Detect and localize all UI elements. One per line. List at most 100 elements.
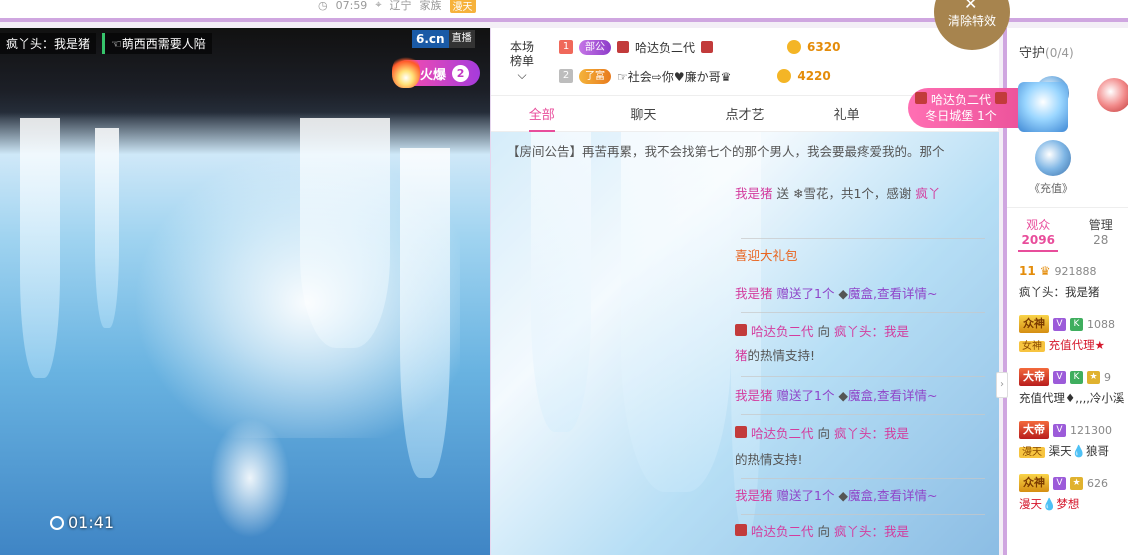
ranking-board: 本场榜单 ⌵ 1 部公 哈达负二代 6320 2 了富 ☞社会⇨你♥廉か哥♛ 4… xyxy=(491,28,999,96)
user-id: 9 xyxy=(1104,370,1111,384)
user-id: 1088 xyxy=(1087,317,1115,331)
clock-icon xyxy=(50,515,64,530)
chat-message: 哈达负二代 向 疯丫头：我是 xyxy=(507,424,985,444)
family-icon xyxy=(701,41,714,53)
sub-badge: 女神 xyxy=(1019,341,1045,352)
tab-talent[interactable]: 点才艺 xyxy=(694,100,796,131)
hot-badge[interactable]: 火爆 2 xyxy=(392,54,480,88)
family-icon xyxy=(617,41,629,53)
room-location: 辽宁 xyxy=(389,0,412,12)
gift-desc: 冬日城堡 1个 xyxy=(925,109,997,123)
rank-crown: 大帝 xyxy=(1019,368,1049,386)
rank-name: 哈达负二代 xyxy=(635,40,696,55)
timer-value: 01:41 xyxy=(68,513,115,532)
list-item[interactable]: 众神 V ★ 626 漫天💧梦想 xyxy=(1007,470,1128,523)
user-id: 626 xyxy=(1087,476,1108,490)
gift-box-icon: ◆ xyxy=(838,286,849,301)
site-logo: 6.cn 直播 xyxy=(412,30,480,48)
chat-list[interactable]: 【房间公告】再苦再累，我不会找第七个的那个男人，我会要最疼爱我的。那个 我是猪 … xyxy=(491,132,999,555)
chat-message: 猪的热情支持! xyxy=(735,348,816,363)
hot-label: 火爆 xyxy=(420,67,447,83)
family-label: 家族 xyxy=(419,0,442,12)
chat-message: 我是猪 赠送了1个 ◆魔盒,查看详情~ xyxy=(735,388,938,403)
family-icon xyxy=(735,524,747,536)
location-icon: ⌖ xyxy=(375,0,382,11)
list-item[interactable]: 大帝 V K ★ 9 充值代理♦,,,,冷小溪 xyxy=(1007,364,1128,417)
rank-badge: 了富 xyxy=(579,68,611,84)
rank-score: 4220 xyxy=(797,69,831,83)
room-info: ◷ 07:59 ⌖ 辽宁 家族 漫天 xyxy=(318,0,476,13)
k-icon: K xyxy=(1070,317,1083,331)
rank-crown: 众神 xyxy=(1019,474,1049,492)
user-level: 11 xyxy=(1019,264,1036,278)
vip-icon: V xyxy=(1053,423,1066,437)
user-name: 渠天💧狼哥 xyxy=(1048,444,1109,458)
coin-icon xyxy=(777,69,792,83)
rank-row[interactable]: 1 部公 哈达负二代 6320 xyxy=(559,37,840,57)
rank-row[interactable]: 2 了富 ☞社会⇨你♥廉か哥♛ 4220 xyxy=(559,66,831,86)
rank-position: 2 xyxy=(559,69,573,83)
user-name: 充值代理♦,,,,冷小溪 xyxy=(1019,391,1125,405)
list-item[interactable]: 11 ♛ 921888 疯丫头：我是猪 xyxy=(1007,258,1128,311)
chat-message: 我是猪 赠送了1个 ◆魔盒,查看详情~ xyxy=(735,488,938,503)
tab-admin[interactable]: 管理 28 xyxy=(1070,214,1128,254)
chat-message: 我是猪 赠送了1个 ◆魔盒,查看详情~ xyxy=(735,286,938,301)
tab-chat[interactable]: 聊天 xyxy=(593,100,695,131)
rank-badge: 部公 xyxy=(579,39,611,55)
rank-title[interactable]: 本场榜单 ⌵ xyxy=(507,40,537,82)
chevron-right-icon[interactable]: › xyxy=(996,372,1008,398)
crown-icon: ♛ xyxy=(1039,264,1051,278)
tab-audience[interactable]: 观众 2096 xyxy=(1007,214,1070,254)
family-icon xyxy=(915,92,928,104)
streamer-name: 疯丫头：我是猪 xyxy=(0,32,97,54)
family-icon xyxy=(735,324,747,336)
gift-sender: 哈达负二代 xyxy=(930,93,991,107)
list-item[interactable]: 大帝 V 121300 漫天 渠天💧狼哥 xyxy=(1007,417,1128,470)
list-item[interactable]: 众神 V K 1088 女神 充值代理★ xyxy=(1007,311,1128,364)
coin-icon xyxy=(787,40,802,54)
video-player[interactable]: 疯丫头：我是猪 ☜萌西西需要人陪 6.cn 直播 火爆 2 01:41 xyxy=(0,28,490,555)
guard-avatar[interactable] xyxy=(1097,78,1128,112)
family-badge[interactable]: 漫天 xyxy=(449,0,476,13)
clock-icon: ◷ xyxy=(318,0,328,12)
ice-deer xyxy=(210,418,290,538)
gift-box-icon: ◆ xyxy=(838,488,849,503)
hot-level: 2 xyxy=(452,64,470,82)
chat-message: 的热情支持! xyxy=(735,452,803,467)
logo-text: 6.cn xyxy=(412,30,449,48)
rank-score: 6320 xyxy=(807,40,841,54)
charge-link[interactable]: 《充值》 xyxy=(1029,180,1073,196)
audience-tabs: 观众 2096 管理 28 xyxy=(1007,214,1128,254)
tab-all[interactable]: 全部 xyxy=(491,100,593,132)
video-timer: 01:41 xyxy=(50,513,114,532)
star-icon: ★ xyxy=(1087,370,1100,384)
light-glow xyxy=(120,138,460,438)
tab-gifts[interactable]: 礼单 xyxy=(796,100,898,131)
star-icon: ★ xyxy=(1070,476,1083,490)
sub-badge: 漫天 xyxy=(1019,447,1045,458)
room-time: 07:59 xyxy=(335,0,368,12)
vip-icon: V xyxy=(1053,317,1066,331)
family-icon xyxy=(994,92,1007,104)
live-label: 直播 xyxy=(448,30,475,48)
charge-icon[interactable] xyxy=(1035,140,1071,176)
chat-message: 【房间公告】再苦再累，我不会找第七个的那个男人，我会要最疼爱我的。那个 xyxy=(507,144,945,159)
rank-position: 1 xyxy=(559,40,573,54)
chevron-down-icon[interactable]: ⌵ xyxy=(517,68,526,82)
user-name: 漫天💧梦想 xyxy=(1019,497,1080,511)
audience-list[interactable]: 11 ♛ 921888 疯丫头：我是猪 众神 V K 1088 女神 充值代理★… xyxy=(1007,258,1128,523)
user-id: 921888 xyxy=(1054,264,1097,278)
user-name: 疯丫头：我是猪 xyxy=(1019,285,1100,299)
chat-message: 哈达负二代 向 疯丫头：我是 xyxy=(507,522,985,542)
user-id: 121300 xyxy=(1070,423,1112,437)
streamer-tagline: ☜萌西西需要人陪 xyxy=(102,32,212,54)
rank-crown: 众神 xyxy=(1019,315,1049,333)
guard-title: 守护(0/4) xyxy=(1019,46,1074,61)
streamer-bar: 疯丫头：我是猪 ☜萌西西需要人陪 xyxy=(0,32,212,54)
live-room: ◷ 07:59 ⌖ 辽宁 家族 漫天 疯丫头：我是猪 ☜萌西西需要人陪 6.cn… xyxy=(0,0,1128,555)
flame-icon xyxy=(392,54,420,88)
vip-icon: V xyxy=(1053,370,1066,384)
gift-notification: 哈达负二代 冬日城堡 1个 xyxy=(908,82,1068,132)
chat-message: 我是猪 送 ❄雪花，共1个，感谢 疯丫 xyxy=(735,186,941,201)
chat-message: 哈达负二代 向 疯丫头：我是 xyxy=(507,322,985,342)
